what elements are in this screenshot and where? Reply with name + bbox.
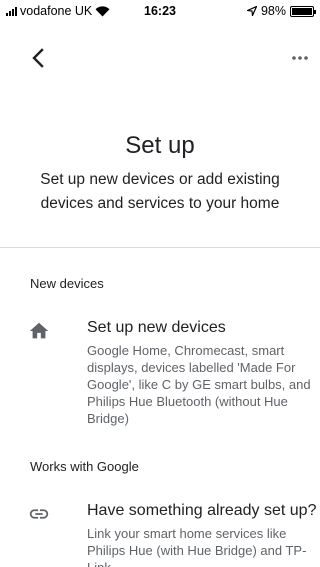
- status-right: 98%: [246, 4, 316, 18]
- item-title: Have something already set up?: [87, 502, 317, 519]
- chevron-left-icon: [32, 48, 44, 68]
- more-horizontal-icon: [292, 56, 308, 60]
- list-item-set-up-new-devices[interactable]: Set up new devices Google Home, Chromeca…: [0, 312, 320, 432]
- item-description: Google Home, Chromecast, smart displays,…: [87, 343, 311, 426]
- link-icon: [28, 503, 50, 525]
- page-subtitle: Set up new devices or add existing devic…: [40, 171, 280, 212]
- page-title: Set up: [125, 132, 195, 159]
- location-arrow-icon: [246, 6, 257, 16]
- list-item-link-services[interactable]: Have something already set up? Link your…: [0, 497, 320, 567]
- home-icon: [28, 320, 50, 342]
- back-button[interactable]: [26, 44, 54, 72]
- battery-percent: 98%: [260, 4, 286, 18]
- item-title: Set up new devices: [87, 319, 226, 336]
- battery-icon: [290, 5, 316, 17]
- section-heading-new-devices: New devices: [30, 276, 104, 291]
- status-bar: vodafone UK 16:23 98%: [0, 0, 320, 22]
- more-options-button[interactable]: [286, 44, 314, 72]
- item-description: Link your smart home services like Phili…: [87, 526, 307, 567]
- divider: [0, 247, 320, 248]
- battery-fill: [292, 7, 312, 15]
- toolbar: [0, 40, 320, 76]
- section-heading-works-with-google: Works with Google: [30, 459, 139, 474]
